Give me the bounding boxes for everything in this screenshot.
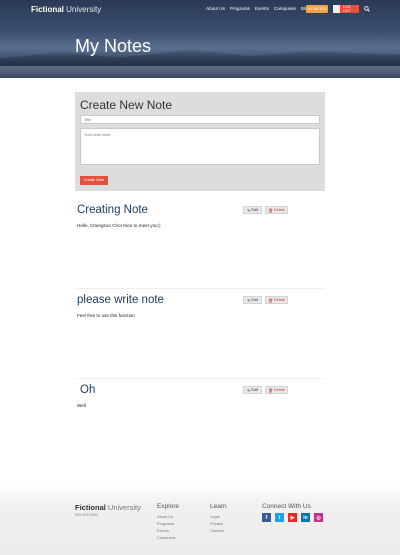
note-item: Creating Note Hello, Changsoo Cho! Nice … <box>75 204 325 294</box>
note-body-input[interactable] <box>80 128 320 165</box>
footer-link-programs[interactable]: Programs <box>157 520 179 527</box>
edit-label: Edit <box>251 298 258 302</box>
footer-learn-heading: Learn <box>210 503 227 510</box>
footer-logo-bold: Fictional <box>75 503 106 512</box>
create-note-heading: Create New Note <box>80 98 173 112</box>
logo-light: University <box>63 5 102 14</box>
my-notes-button[interactable]: MY NOTES <box>306 5 328 13</box>
nav-events[interactable]: Events <box>255 6 269 11</box>
pencil-icon: ✎ <box>247 298 251 303</box>
trash-icon: 🗑 <box>268 208 273 213</box>
footer-explore: Explore About Us Programs Events Campuse… <box>157 503 179 541</box>
footer-link-legal[interactable]: Legal <box>210 513 227 520</box>
footer-logo[interactable]: Fictional University <box>75 503 141 512</box>
note-item: please write note Feel free to use this … <box>75 294 325 384</box>
site-footer: Fictional University 555.555.5555 Explor… <box>0 485 400 555</box>
nav-campuses[interactable]: Campuses <box>274 6 296 11</box>
pencil-icon: ✎ <box>247 388 251 393</box>
note-title[interactable]: please write note <box>77 294 164 306</box>
delete-label: Delete <box>273 208 285 212</box>
edit-button[interactable]: ✎ Edit <box>243 386 262 394</box>
footer-link-campuses[interactable]: Campuses <box>157 534 179 541</box>
footer-phone[interactable]: 555.555.5555 <box>75 513 98 517</box>
hero-mountains <box>0 50 400 68</box>
trash-icon: 🗑 <box>268 388 273 393</box>
twitter-icon[interactable]: t <box>275 513 284 522</box>
main-nav: About Us Programs Events Campuses Blog <box>206 6 310 11</box>
youtube-icon[interactable]: ▶ <box>288 513 297 522</box>
top-navbar: Fictional University About Us Programs E… <box>0 0 400 20</box>
edit-button[interactable]: ✎ Edit <box>243 296 262 304</box>
edit-button[interactable]: ✎ Edit <box>243 206 262 214</box>
footer-link-events[interactable]: Events <box>157 527 179 534</box>
facebook-icon[interactable]: f <box>262 513 271 522</box>
delete-label: Delete <box>273 388 285 392</box>
footer-logo-light: University <box>105 503 141 512</box>
footer-connect-heading: Connect With Us <box>262 503 311 510</box>
footer-learn: Learn Legal Privacy Careers <box>210 503 227 534</box>
note-body[interactable]: Well <box>77 403 86 408</box>
pencil-icon: ✎ <box>247 208 251 213</box>
note-body[interactable]: Feel free to use this function <box>77 313 135 318</box>
note-title[interactable]: Creating Note <box>77 204 148 216</box>
trash-icon: 🗑 <box>268 298 273 303</box>
edit-label: Edit <box>251 388 258 392</box>
footer-connect: Connect With Us f t ▶ in ◎ <box>262 503 323 522</box>
note-item: Oh Well ✎ Edit 🗑 Delete <box>75 384 325 474</box>
instagram-icon[interactable]: ◎ <box>314 513 323 522</box>
note-title[interactable]: Oh <box>80 384 95 396</box>
avatar <box>333 5 340 13</box>
create-note-panel: Create New Note Create Note <box>75 92 325 191</box>
logout-button[interactable]: LOG OUT <box>333 5 359 13</box>
page-title: My Notes <box>75 36 152 56</box>
footer-link-careers[interactable]: Careers <box>210 527 227 534</box>
linkedin-icon[interactable]: in <box>301 513 310 522</box>
hero-banner: Fictional University About Us Programs E… <box>0 0 400 78</box>
search-icon[interactable] <box>364 6 370 12</box>
nav-about-us[interactable]: About Us <box>206 6 225 11</box>
social-icons: f t ▶ in ◎ <box>262 513 323 522</box>
delete-button[interactable]: 🗑 Delete <box>265 206 288 214</box>
hero-water <box>0 66 400 78</box>
delete-button[interactable]: 🗑 Delete <box>265 296 288 304</box>
delete-label: Delete <box>273 298 285 302</box>
nav-programs[interactable]: Programs <box>230 6 250 11</box>
footer-explore-heading: Explore <box>157 503 180 510</box>
delete-button[interactable]: 🗑 Delete <box>265 386 288 394</box>
edit-label: Edit <box>251 208 258 212</box>
footer-link-privacy[interactable]: Privacy <box>210 520 227 527</box>
create-note-button[interactable]: Create Note <box>80 176 108 185</box>
footer-link-about-us[interactable]: About Us <box>157 513 179 520</box>
logo-bold: Fictional <box>31 5 64 14</box>
note-divider <box>75 288 325 289</box>
site-logo[interactable]: Fictional University <box>31 5 101 14</box>
note-divider <box>75 378 325 379</box>
note-body[interactable]: Hello, Changsoo Cho! Nice to meet you:) <box>77 223 161 228</box>
note-title-input[interactable] <box>80 115 320 124</box>
logout-label: LOG OUT <box>342 5 351 13</box>
